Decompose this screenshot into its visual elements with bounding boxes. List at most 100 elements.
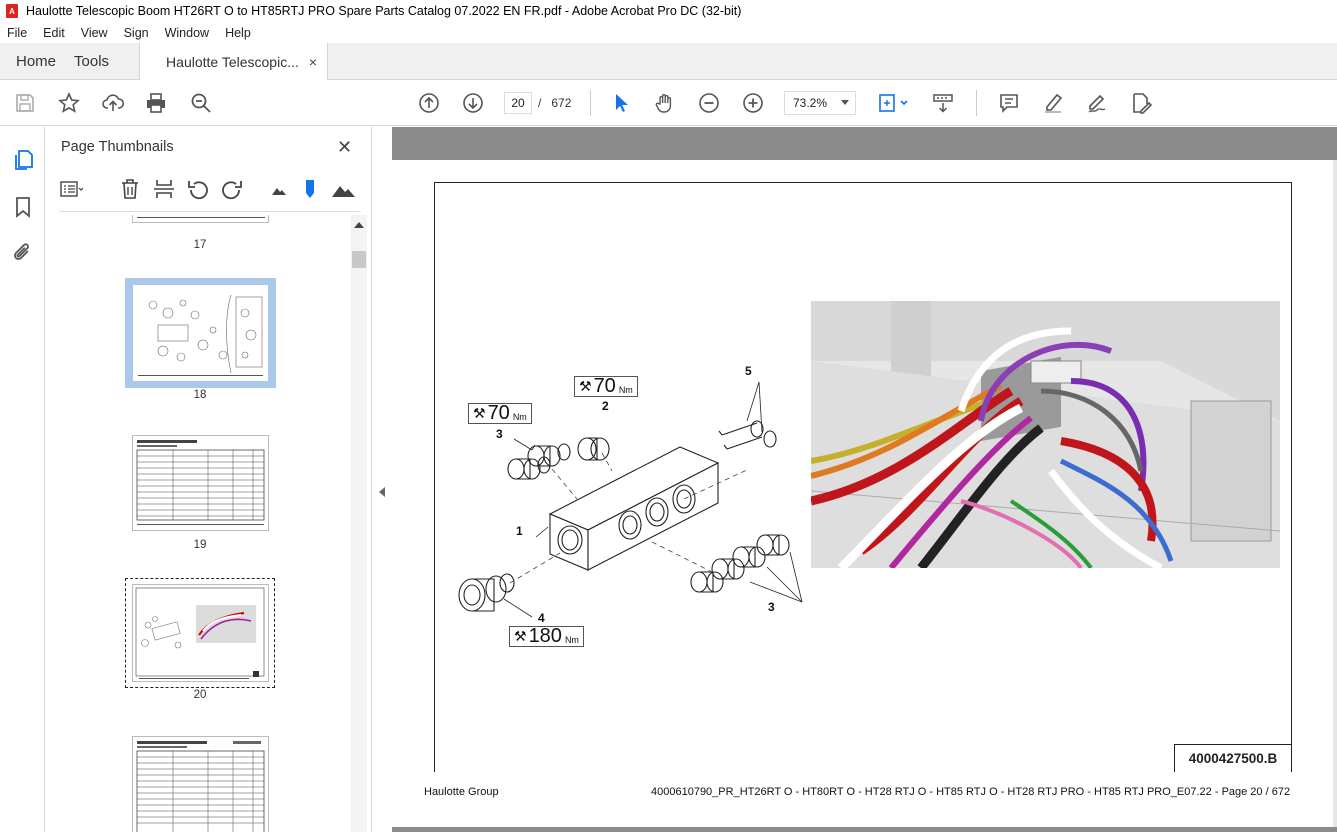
- render-illustration: [811, 301, 1280, 568]
- torque-unit: Nm: [512, 411, 527, 422]
- edit-pdf-icon[interactable]: [1129, 91, 1153, 115]
- left-rail: [0, 127, 45, 832]
- torque-value: 180: [528, 625, 562, 647]
- bookmark-icon[interactable]: [11, 195, 35, 219]
- page-number-input[interactable]: 20: [504, 92, 532, 114]
- thumbnails-panel: Page Thumbnails ✕ 17 18 19 20: [45, 127, 372, 832]
- scroll-up-icon[interactable]: [354, 222, 364, 228]
- panel-splitter[interactable]: [372, 127, 392, 832]
- viewer-gutter-bottom: [392, 827, 1337, 832]
- comment-icon[interactable]: [997, 91, 1021, 115]
- thumbnail-label: 17: [193, 239, 207, 251]
- callout-3: 3: [496, 427, 503, 441]
- star-icon[interactable]: [57, 91, 81, 115]
- panel-toolbar: [59, 177, 359, 203]
- panel-title: Page Thumbnails: [61, 139, 174, 155]
- toolbar-divider: [590, 90, 591, 116]
- thumbnail-label: 19: [193, 539, 207, 551]
- pointer-icon[interactable]: [609, 91, 633, 115]
- torque-unit: Nm: [618, 384, 633, 395]
- save-icon[interactable]: [13, 91, 37, 115]
- page-thumbnails-icon[interactable]: [11, 148, 35, 172]
- tab-tools[interactable]: Tools: [72, 43, 125, 79]
- thumbnail-page-19[interactable]: [132, 435, 269, 531]
- callout-4: 4: [538, 611, 545, 625]
- arrow-up-icon[interactable]: [417, 91, 441, 115]
- close-icon[interactable]: ✕: [337, 137, 352, 158]
- footer-company: Haulotte Group: [424, 786, 499, 798]
- wrench-icon: ⚒: [579, 378, 592, 394]
- thumbnail-drawing: [135, 587, 265, 679]
- wrench-icon: ⚒: [514, 628, 527, 644]
- thumbnail-small-icon[interactable]: [267, 177, 291, 201]
- rotate-right-icon[interactable]: [220, 177, 244, 201]
- window-title: Haulotte Telescopic Boom HT26RT O to HT8…: [26, 4, 742, 18]
- callout-5: 5: [745, 364, 752, 378]
- sign-icon[interactable]: [1085, 91, 1109, 115]
- tab-home[interactable]: Home: [0, 43, 72, 79]
- toolbar-divider: [976, 90, 977, 116]
- thumbnail-page-18[interactable]: [133, 285, 268, 381]
- torque-label: ⚒ 70 Nm: [468, 402, 532, 424]
- thumbnail-scrollbar[interactable]: [351, 215, 367, 832]
- search-zoom-icon[interactable]: [189, 91, 213, 115]
- menu-help[interactable]: Help: [225, 26, 251, 40]
- collapse-arrow-icon[interactable]: [379, 487, 385, 497]
- thumbnail-large-icon[interactable]: [331, 177, 355, 201]
- thumbnail-label: 20: [193, 689, 207, 701]
- highlight-icon[interactable]: [1041, 91, 1065, 115]
- delete-icon[interactable]: [118, 177, 142, 201]
- thumbnail-table: [136, 440, 265, 525]
- fit-page-icon[interactable]: [876, 91, 912, 115]
- zoom-in-icon[interactable]: [741, 91, 765, 115]
- menu-view[interactable]: View: [81, 26, 108, 40]
- scroll-thumb[interactable]: [352, 251, 366, 268]
- zoom-out-icon[interactable]: [697, 91, 721, 115]
- upload-icon[interactable]: [101, 91, 125, 115]
- thumbnail-page-21[interactable]: [132, 736, 269, 832]
- thumbnail-page-17[interactable]: [132, 215, 269, 223]
- torque-value: 70: [487, 402, 510, 424]
- thumbnail-drawing: [133, 285, 268, 381]
- viewer-scroll-edge: [1333, 160, 1337, 827]
- panel-divider: [59, 211, 361, 212]
- extract-pages-icon[interactable]: [152, 177, 176, 201]
- torque-unit: Nm: [564, 634, 579, 645]
- zoom-select[interactable]: 73.2%: [784, 91, 856, 115]
- viewer-gutter-top: [392, 127, 1337, 160]
- acrobat-logo-icon: A: [6, 4, 18, 18]
- page-total-value: 672: [551, 96, 572, 110]
- thumbnail-label: 18: [193, 389, 207, 401]
- scroll-mode-icon[interactable]: [931, 91, 955, 115]
- page-total: / 672: [538, 96, 571, 110]
- print-icon[interactable]: [144, 91, 168, 115]
- chevron-down-icon: [841, 100, 849, 105]
- thumbnail-list: 17 18 19 20: [45, 215, 351, 832]
- tab-close-icon[interactable]: ×: [309, 54, 317, 70]
- options-menu-icon[interactable]: [59, 177, 83, 201]
- thumbnail-page-20[interactable]: [132, 584, 269, 682]
- document-viewer[interactable]: 1 2 3 3 4 5 ⚒ 70 Nm ⚒ 70 Nm ⚒ 180 Nm 400…: [392, 127, 1337, 832]
- menu-file[interactable]: File: [7, 26, 27, 40]
- menu-window[interactable]: Window: [165, 26, 209, 40]
- thumbnail-slider-icon[interactable]: [299, 177, 323, 201]
- title-bar: A Haulotte Telescopic Boom HT26RT O to H…: [0, 0, 1337, 22]
- callout-3: 3: [768, 600, 775, 614]
- tab-bar: Home Tools Haulotte Telescopic... ×: [0, 43, 1337, 80]
- attachment-icon[interactable]: [11, 241, 35, 265]
- torque-value: 70: [593, 375, 616, 397]
- drawing-number: 4000427500.B: [1174, 744, 1292, 772]
- thumbnail-table: [136, 741, 265, 832]
- zoom-value: 73.2%: [793, 96, 828, 110]
- hand-icon[interactable]: [653, 91, 677, 115]
- menu-edit[interactable]: Edit: [43, 26, 65, 40]
- tab-document[interactable]: Haulotte Telescopic... ×: [139, 43, 329, 80]
- arrow-down-icon[interactable]: [461, 91, 485, 115]
- tab-document-label: Haulotte Telescopic...: [166, 53, 299, 70]
- menu-sign[interactable]: Sign: [124, 26, 149, 40]
- page-separator: /: [538, 96, 542, 110]
- footer-reference: 4000610790_PR_HT26RT O - HT80RT O - HT28…: [651, 786, 1291, 798]
- torque-label: ⚒ 70 Nm: [574, 375, 638, 397]
- rotate-left-icon[interactable]: [186, 177, 210, 201]
- wrench-icon: ⚒: [473, 405, 486, 421]
